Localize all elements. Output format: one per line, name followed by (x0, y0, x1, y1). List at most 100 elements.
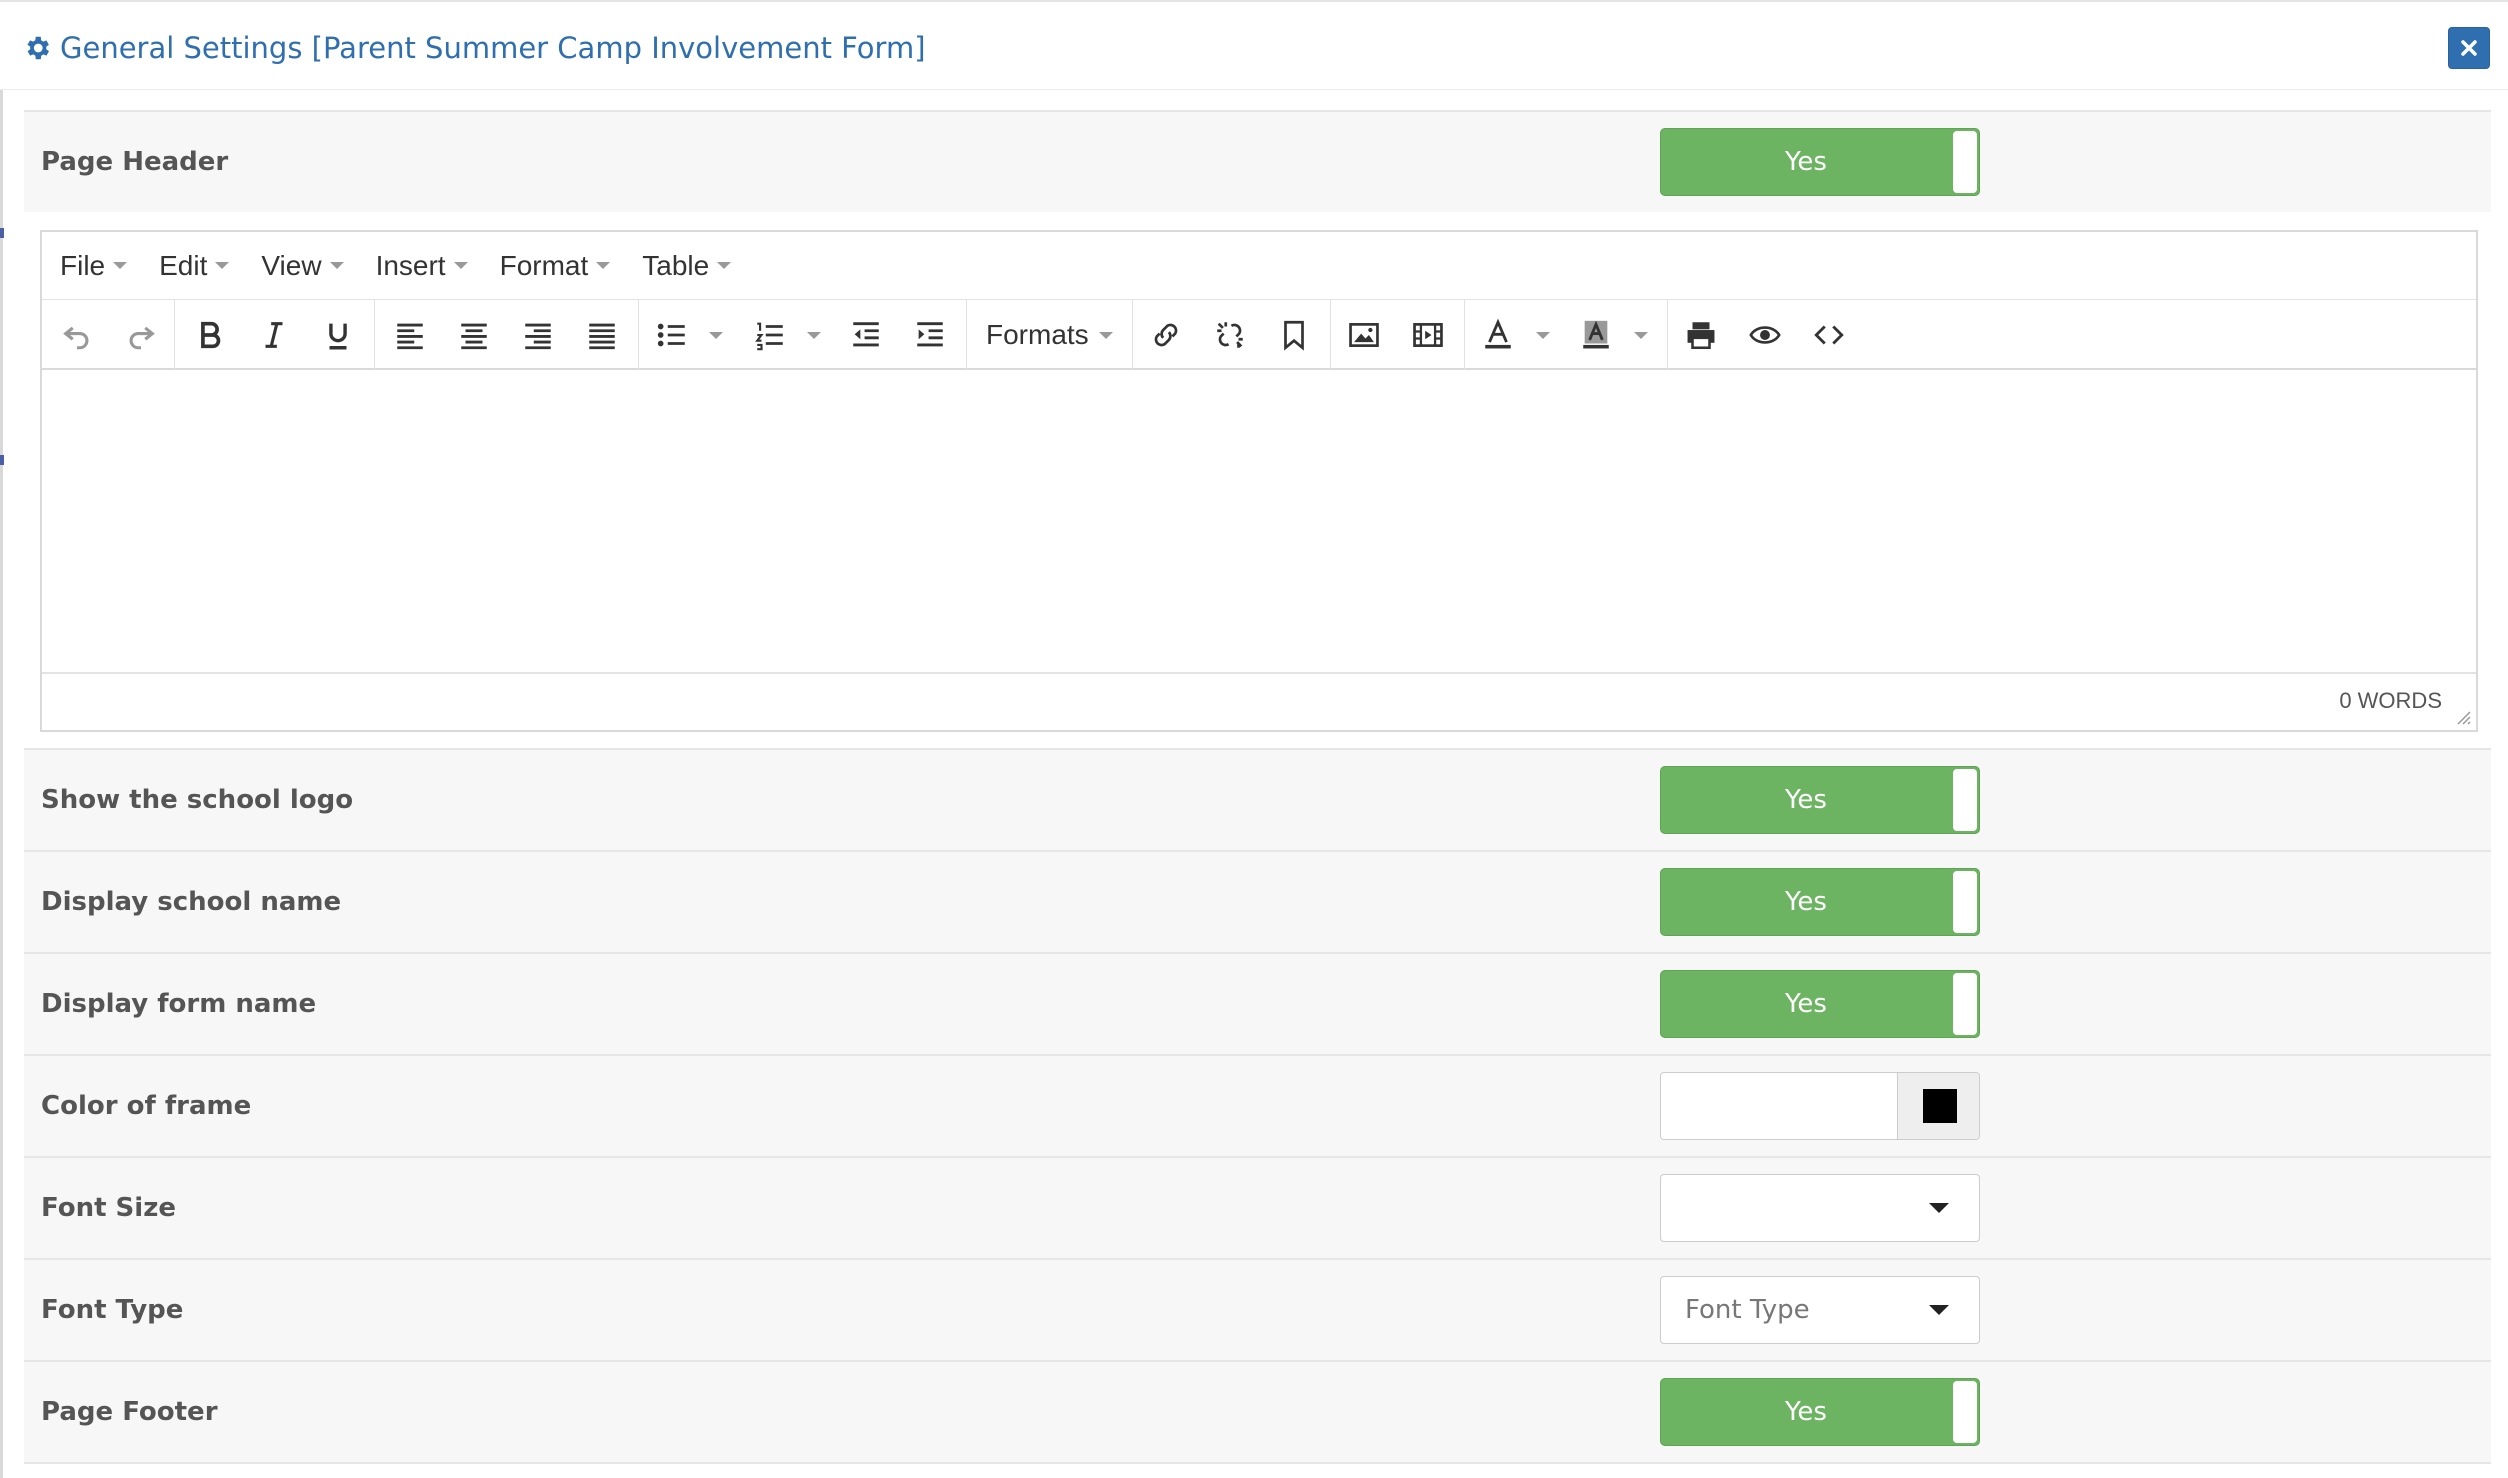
source-code-button[interactable] (1804, 310, 1854, 360)
row-label: Page Header (41, 147, 229, 177)
insert-media-button[interactable] (1403, 310, 1453, 360)
frame-color-picker (1660, 1072, 1980, 1140)
background-color-icon (1583, 320, 1609, 349)
modal-title: General Settings [Parent Summer Camp Inv… (22, 28, 926, 68)
display-form-name-toggle[interactable]: Yes (1660, 970, 1980, 1038)
redo-icon (129, 326, 155, 350)
unlink-icon (1217, 322, 1243, 348)
row-label: Show the school logo (41, 785, 354, 815)
frame-color-input[interactable] (1661, 1073, 1897, 1139)
formats-dropdown[interactable]: Formats (986, 310, 1113, 360)
row-label: Font Type (41, 1295, 184, 1325)
unlink-button[interactable] (1205, 310, 1255, 360)
page-footer-toggle[interactable]: Yes (1660, 1378, 1980, 1446)
align-center-icon (461, 323, 487, 350)
gear-icon (22, 33, 52, 63)
resize-handle-icon[interactable] (2452, 706, 2472, 726)
underline-icon (329, 323, 347, 350)
align-justify-icon (589, 323, 615, 350)
page-header-editor: File Edit View Insert Format Table Forma… (40, 230, 2478, 732)
close-icon (2461, 40, 2477, 56)
caret-down-icon (1929, 1305, 1949, 1315)
align-right-icon (525, 323, 551, 350)
menu-file[interactable]: File (60, 250, 128, 282)
bullet-list-button[interactable] (647, 310, 697, 360)
underline-button[interactable] (313, 310, 363, 360)
link-icon (1154, 323, 1178, 347)
font-type-select[interactable]: Font Type (1660, 1276, 1980, 1344)
text-color-icon (1485, 318, 1511, 349)
numbered-list-button[interactable] (745, 310, 795, 360)
display-school-name-toggle[interactable]: Yes (1660, 868, 1980, 936)
caret-down-icon (1929, 1203, 1949, 1213)
bullet-list-dropdown[interactable] (709, 332, 723, 339)
insert-image-button[interactable] (1339, 310, 1389, 360)
bookmark-icon (1284, 320, 1304, 351)
modal-title-text: General Settings [Parent Summer Camp Inv… (60, 31, 926, 65)
align-center-button[interactable] (449, 310, 499, 360)
row-page-footer: Page Footer Yes (24, 1360, 2491, 1464)
modal-header: General Settings [Parent Summer Camp Inv… (0, 0, 2508, 90)
bookmark-button[interactable] (1269, 310, 1319, 360)
menu-edit[interactable]: Edit (159, 250, 230, 282)
redo-button[interactable] (116, 310, 166, 360)
toggle-knob (1953, 871, 1977, 933)
row-page-header: Page Header Yes (24, 110, 2491, 212)
toggle-knob (1953, 973, 1977, 1035)
link-button[interactable] (1141, 310, 1191, 360)
align-left-button[interactable] (385, 310, 435, 360)
outdent-button[interactable] (841, 310, 891, 360)
row-label: Display school name (41, 887, 342, 917)
toggle-value: Yes (1785, 785, 1827, 815)
align-justify-button[interactable] (577, 310, 627, 360)
menu-insert[interactable]: Insert (376, 250, 468, 282)
bold-button[interactable] (185, 310, 235, 360)
show-logo-toggle[interactable]: Yes (1660, 766, 1980, 834)
print-icon (1687, 322, 1715, 350)
align-right-button[interactable] (513, 310, 563, 360)
bullet-list-icon (657, 323, 685, 347)
numbered-list-icon (755, 322, 783, 351)
image-icon (1349, 323, 1379, 347)
numbered-list-dropdown[interactable] (807, 332, 821, 339)
word-count: 0 WORDS (2339, 688, 2442, 713)
code-icon (1814, 325, 1844, 345)
background-color-dropdown[interactable] (1634, 332, 1648, 339)
color-swatch-button[interactable] (1897, 1073, 1979, 1139)
bold-icon (201, 321, 221, 349)
row-label: Page Footer (41, 1397, 218, 1427)
row-color-of-frame: Color of frame (24, 1054, 2491, 1156)
menu-format[interactable]: Format (500, 250, 611, 282)
font-size-select[interactable] (1660, 1174, 1980, 1242)
toggle-knob (1953, 769, 1977, 831)
indent-icon (917, 322, 943, 347)
indent-button[interactable] (905, 310, 955, 360)
toggle-value: Yes (1785, 989, 1827, 1019)
film-icon (1413, 323, 1443, 347)
editor-statusbar: 0 WORDS (42, 672, 2476, 730)
menu-view[interactable]: View (261, 250, 344, 282)
close-button[interactable] (2448, 27, 2490, 69)
text-color-button[interactable] (1473, 310, 1523, 360)
align-left-icon (397, 323, 423, 350)
row-label: Font Size (41, 1193, 176, 1223)
editor-content-area[interactable] (42, 372, 2476, 672)
page-header-toggle[interactable]: Yes (1660, 128, 1980, 196)
background-color-button[interactable] (1571, 310, 1621, 360)
row-label: Color of frame (41, 1091, 252, 1121)
print-button[interactable] (1676, 310, 1726, 360)
menu-table[interactable]: Table (642, 250, 732, 282)
toggle-knob (1953, 1381, 1977, 1443)
outdent-icon (853, 322, 879, 347)
italic-icon (265, 322, 283, 348)
color-swatch (1922, 1089, 1957, 1123)
italic-button[interactable] (249, 310, 299, 360)
toggle-knob (1953, 131, 1977, 193)
window-edge-mark (0, 455, 4, 465)
text-color-dropdown[interactable] (1536, 332, 1550, 339)
toggle-value: Yes (1785, 1397, 1827, 1427)
eye-icon (1749, 326, 1781, 344)
preview-button[interactable] (1740, 310, 1790, 360)
undo-button[interactable] (52, 310, 102, 360)
window-left-edge (0, 0, 3, 1478)
